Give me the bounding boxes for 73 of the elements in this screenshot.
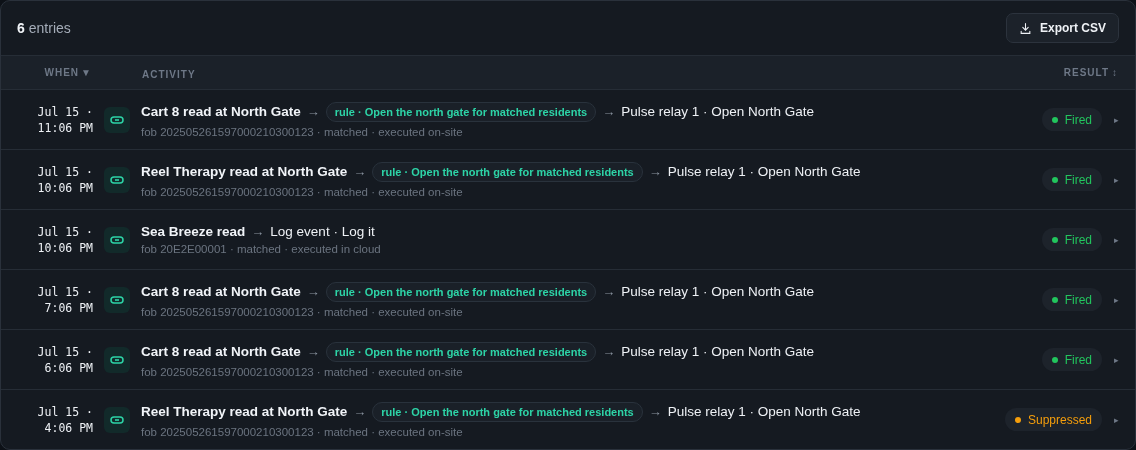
meta-text: fob 202505261597000210300123 · matched · executed on-site (141, 305, 464, 318)
expand-toggle[interactable]: ▸ (1114, 234, 1119, 245)
row-time: 6:06 PM (44, 359, 93, 376)
action-text: Pulse relay 1 · Open North Gate (667, 404, 861, 419)
export-button[interactable]: Export CSV (1006, 13, 1119, 43)
trigger-text: Sea Breeze read (141, 224, 246, 239)
expand-toggle[interactable]: ▸ (1114, 174, 1119, 185)
expand-toggle[interactable]: ▸ (1114, 414, 1119, 425)
arrow-text: → (306, 284, 320, 299)
result-badge: Fired (1041, 168, 1102, 191)
row-date: Jul 15 · (37, 283, 93, 300)
result-badge: Suppressed (1004, 408, 1102, 431)
arrow-text: → (602, 344, 616, 359)
column-header: ACTIVITY (142, 68, 196, 80)
row-time: 10:06 PM (37, 239, 93, 256)
expand-toggle[interactable]: ▸ (1114, 294, 1119, 305)
expand-toggle[interactable]: ▸ (1114, 354, 1119, 365)
result-badge: Fired (1041, 108, 1102, 131)
sort-indicator: ▼ (81, 67, 92, 78)
entry-count: 6 (17, 20, 25, 36)
entry-count-label: entries (28, 20, 71, 36)
row-date: Jul 15 · (37, 343, 93, 360)
row-time: 11:06 PM (37, 119, 93, 136)
column-header[interactable]: WHEN (44, 67, 80, 78)
arrow-text: → (306, 104, 320, 119)
row-date: Jul 15 · (37, 403, 93, 420)
fob-icon (104, 406, 130, 433)
rule-tag: rule · Open the north gate for matched residents (325, 101, 597, 122)
meta-text: fob 202505261597000210300123 · matched · executed on-site (141, 365, 464, 378)
sort-indicator: ↕ (1112, 67, 1118, 78)
arrow-text: → (648, 164, 662, 179)
fob-icon (104, 346, 130, 373)
arrow-text: → (602, 284, 616, 299)
arrow-text: → (602, 104, 616, 119)
action-text: Pulse relay 1 · Open North Gate (667, 164, 861, 179)
expand-toggle[interactable]: ▸ (1114, 114, 1119, 125)
action-text: Log event · Log it (270, 224, 375, 239)
row-date: Jul 15 · (37, 223, 93, 240)
trigger-text: Cart 8 read at North Gate (141, 284, 301, 299)
rule-tag: rule · Open the north gate for matched residents (372, 161, 643, 182)
arrow-text: → (353, 404, 367, 419)
meta-text: fob 202505261597000210300123 · matched · executed on-site (141, 125, 464, 138)
arrow-text: → (251, 224, 265, 239)
trigger-text: Reel Therapy read at North Gate (141, 164, 348, 179)
arrow-text: → (648, 404, 662, 419)
trigger-text: Reel Therapy read at North Gate (141, 404, 348, 419)
row-date: Jul 15 · (37, 103, 93, 120)
result-badge: Fired (1041, 288, 1102, 311)
arrow-text: → (353, 164, 367, 179)
fob-icon (104, 166, 130, 193)
fob-icon (104, 106, 130, 133)
fob-icon (104, 286, 130, 313)
column-header[interactable]: RESULT (1063, 67, 1109, 78)
result-badge: Fired (1041, 348, 1102, 371)
meta-text: fob 202505261597000210300123 · matched · executed on-site (141, 425, 464, 438)
action-text: Pulse relay 1 · Open North Gate (621, 104, 815, 119)
trigger-text: Cart 8 read at North Gate (141, 344, 301, 359)
rule-tag: rule · Open the north gate for matched residents (325, 341, 597, 362)
row-date: Jul 15 · (37, 163, 93, 180)
action-text: Pulse relay 1 · Open North Gate (621, 284, 815, 299)
row-time: 10:06 PM (37, 179, 93, 196)
fob-icon (104, 226, 130, 253)
arrow-text: → (306, 344, 320, 359)
rule-tag: rule · Open the north gate for matched residents (372, 401, 643, 422)
row-time: 4:06 PM (44, 419, 93, 436)
meta-text: fob 20E2E00001 · matched · executed in cloud (141, 243, 382, 255)
row-time: 7:06 PM (44, 299, 93, 316)
meta-text: fob 202505261597000210300123 · matched · executed on-site (141, 185, 464, 198)
result-badge: Fired (1041, 228, 1102, 251)
download-icon (1019, 21, 1032, 35)
action-text: Pulse relay 1 · Open North Gate (621, 344, 815, 359)
trigger-text: Cart 8 read at North Gate (141, 104, 301, 119)
rule-tag: rule · Open the north gate for matched residents (325, 281, 597, 302)
